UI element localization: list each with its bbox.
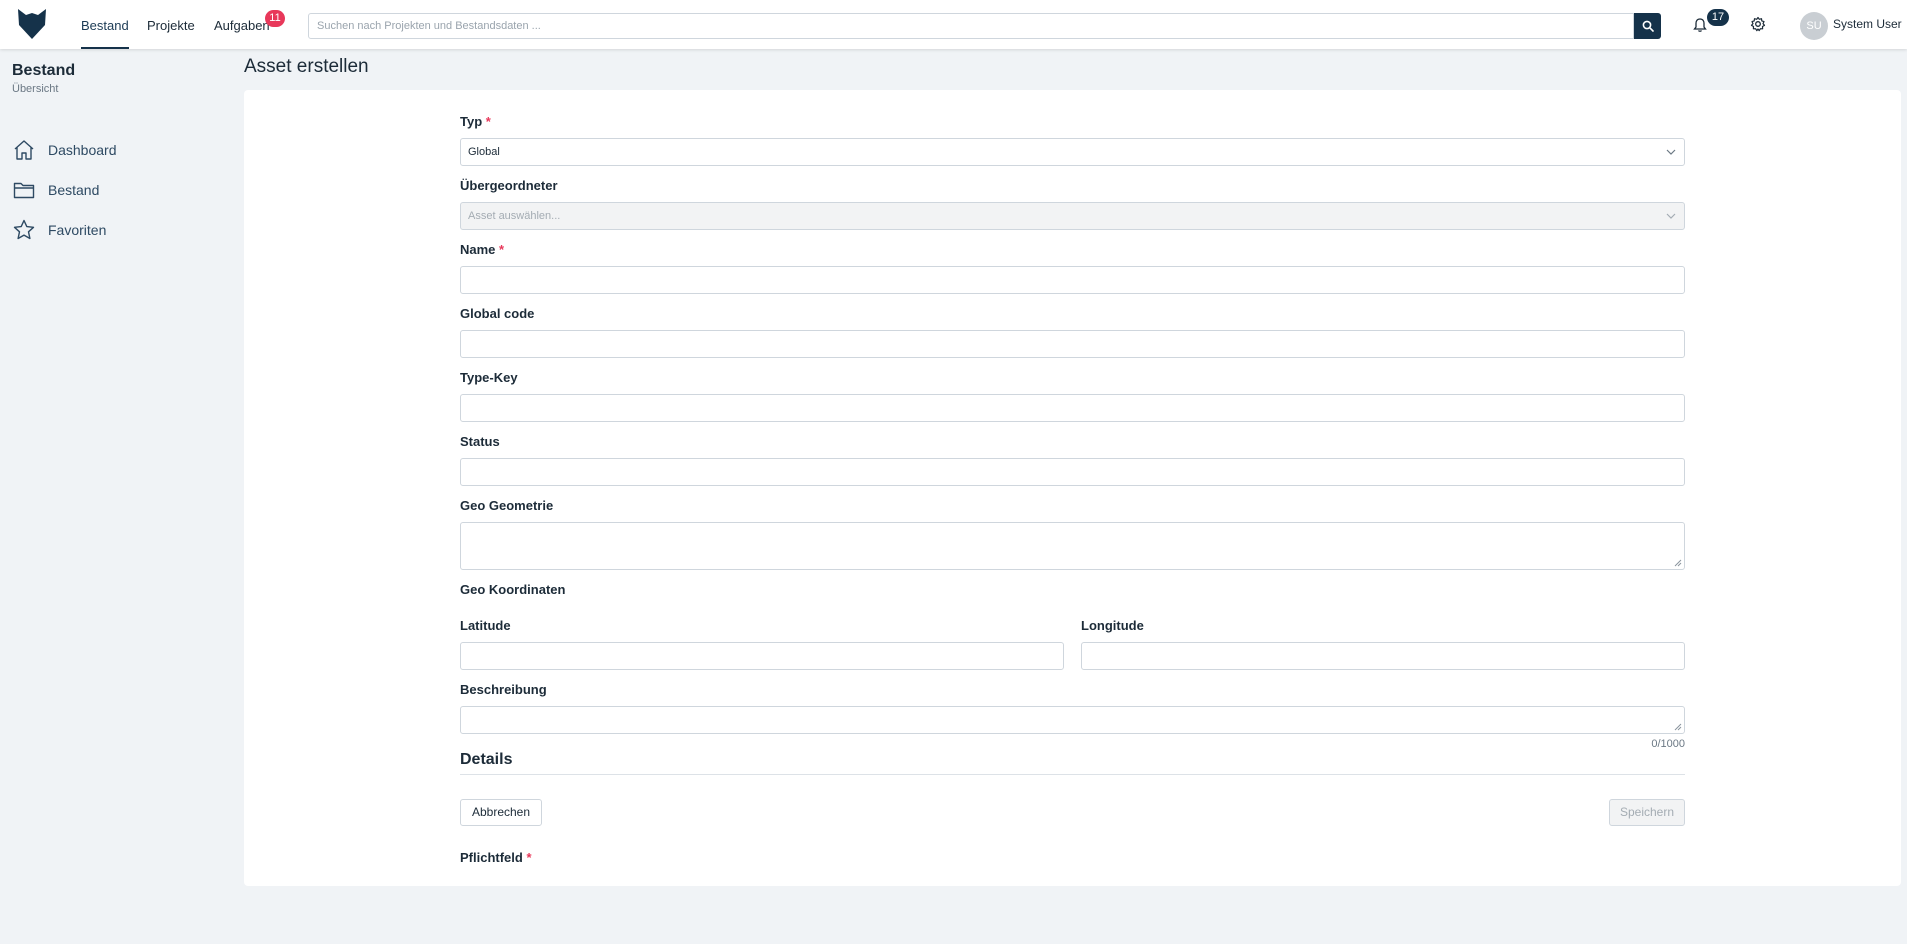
name-label: Name * [460, 242, 505, 257]
typ-select[interactable]: Global [460, 138, 1685, 166]
status-input[interactable] [460, 458, 1685, 486]
latitude-input[interactable] [460, 642, 1064, 670]
sidebar-item-dashboard[interactable]: Dashboard [12, 137, 117, 163]
save-button[interactable]: Speichern [1609, 799, 1685, 826]
gear-icon[interactable] [1750, 16, 1766, 32]
beschreibung-label: Beschreibung [460, 682, 547, 697]
chevron-down-icon [1666, 213, 1676, 219]
page-title: Asset erstellen [244, 56, 369, 77]
bell-icon[interactable] [1693, 17, 1707, 33]
sidebar-item-favoriten[interactable]: Favoriten [12, 217, 106, 243]
geo-geometrie-label: Geo Geometrie [460, 498, 554, 513]
avatar[interactable]: SU [1800, 12, 1828, 40]
sidebar-item-bestand[interactable]: Bestand [12, 177, 99, 203]
type-key-label: Type-Key [460, 370, 518, 385]
sidebar-item-label: Dashboard [48, 142, 117, 158]
nav-bestand[interactable]: Bestand [81, 0, 129, 49]
nav-aufgaben[interactable]: Aufgaben [214, 0, 270, 49]
sidebar: Bestand Übersicht Dashboard Bestand Favo… [0, 49, 230, 944]
folder-icon [13, 182, 35, 199]
sidebar-title: Bestand [12, 62, 76, 79]
typ-label: Typ * [460, 114, 491, 129]
resize-grip-icon[interactable] [1674, 559, 1682, 567]
geo-geometrie-textarea[interactable] [460, 522, 1685, 570]
parent-asset-select[interactable]: Asset auswählen... [460, 202, 1685, 230]
top-bar: Bestand Projekte Aufgaben 11 17 SU Syste… [0, 0, 1907, 49]
sidebar-item-label: Favoriten [48, 222, 107, 238]
star-icon [13, 219, 35, 240]
parent-label: Übergeordneter [460, 178, 558, 193]
required-field-note: Pflichtfeld * [460, 850, 532, 865]
typ-selected-value: Global [468, 146, 500, 158]
sidebar-subtitle: Übersicht [12, 83, 59, 95]
search-input[interactable] [308, 13, 1634, 39]
latitude-label: Latitude [460, 618, 511, 633]
beschreibung-textarea[interactable] [460, 706, 1685, 734]
chevron-down-icon [1666, 149, 1676, 155]
parent-placeholder: Asset auswählen... [468, 210, 561, 222]
resize-grip-icon[interactable] [1674, 723, 1682, 731]
search-button[interactable] [1634, 13, 1661, 39]
search-icon [1642, 20, 1654, 32]
beschreibung-char-counter: 0/1000 [1651, 738, 1685, 750]
global-code-label: Global code [460, 306, 535, 321]
logo-icon[interactable] [16, 7, 48, 41]
nav-projekte[interactable]: Projekte [147, 0, 195, 49]
longitude-label: Longitude [1081, 618, 1144, 633]
user-name[interactable]: System User [1833, 17, 1902, 31]
details-divider [460, 774, 1685, 775]
home-icon [14, 140, 34, 160]
type-key-input[interactable] [460, 394, 1685, 422]
status-label: Status [460, 434, 500, 449]
global-code-input[interactable] [460, 330, 1685, 358]
longitude-input[interactable] [1081, 642, 1685, 670]
notifications-count-badge: 17 [1707, 9, 1729, 26]
sidebar-item-label: Bestand [48, 182, 100, 198]
cancel-button[interactable]: Abbrechen [460, 799, 542, 826]
name-input[interactable] [460, 266, 1685, 294]
form-card: Typ * Global Übergeordneter Asset auswäh… [244, 90, 1901, 886]
details-section-title: Details [460, 751, 513, 768]
tasks-count-badge: 11 [265, 10, 285, 27]
geo-koordinaten-label: Geo Koordinaten [460, 582, 566, 597]
